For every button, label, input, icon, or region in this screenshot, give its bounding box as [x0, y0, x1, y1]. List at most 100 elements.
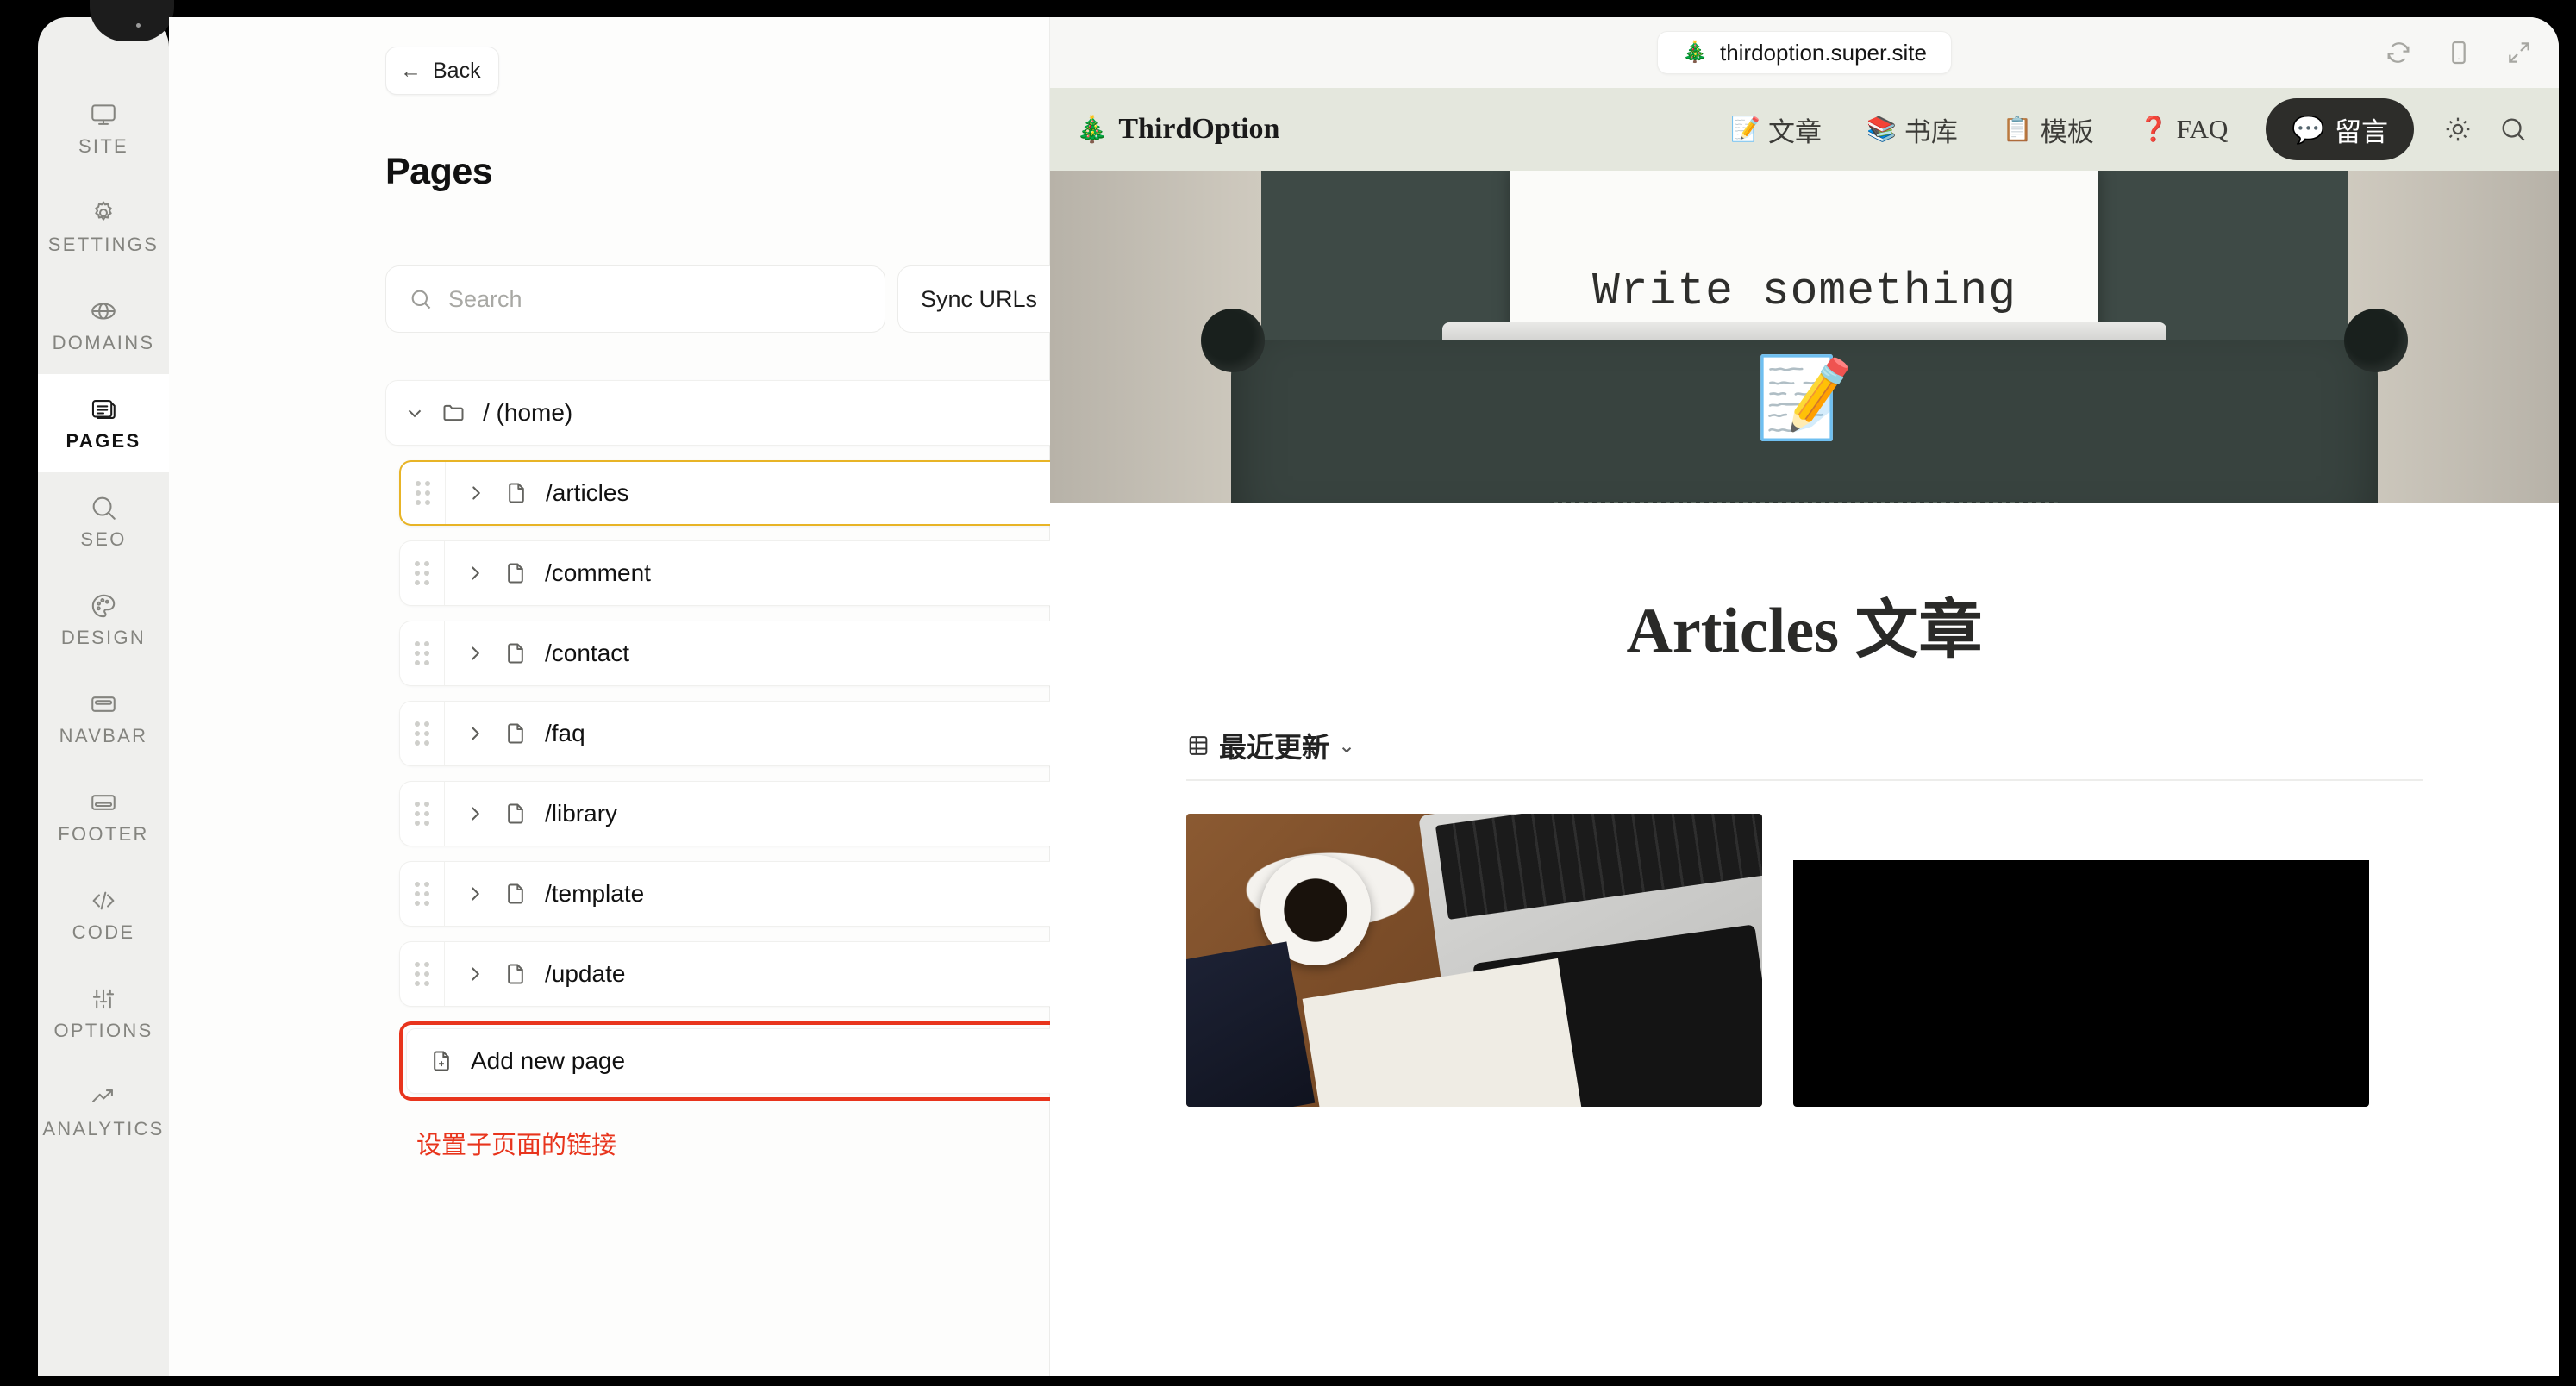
- page-row[interactable]: /contact: [399, 621, 1050, 686]
- nav-link-emoji: ❓: [2138, 116, 2169, 143]
- nav-link-1[interactable]: 📝 文章: [1708, 110, 1844, 149]
- page-row[interactable]: /comment: [399, 540, 1050, 606]
- preview-toolbar: 🎄 thirdoption.super.site: [1050, 17, 2559, 88]
- chevron-right-icon[interactable]: [464, 722, 486, 745]
- expand-icon[interactable]: [2505, 39, 2533, 66]
- drag-handle-icon[interactable]: [400, 541, 445, 605]
- refresh-icon[interactable]: [2385, 39, 2412, 66]
- page-row-label: /faq: [545, 720, 585, 746]
- chevron-right-icon[interactable]: [464, 562, 486, 584]
- sidebar-item-label: SITE: [78, 134, 129, 157]
- left-nav-rail: SITE SETTINGS DOMAINS PAGES SEO DESIGN NAVBAR F…: [38, 0, 207, 1376]
- sidebar-item-navbar[interactable]: NAVBAR: [38, 669, 169, 767]
- sync-urls-control[interactable]: Sync URLs: [897, 265, 1050, 333]
- sidebar-item-label: SEO: [80, 528, 127, 550]
- file-icon: [503, 721, 528, 746]
- page-row-label: /comment: [545, 559, 651, 586]
- chevron-right-icon[interactable]: [464, 963, 486, 985]
- file-icon: [503, 561, 528, 585]
- page-row-label: /update: [545, 960, 626, 987]
- sidebar-item-analytics[interactable]: ANALYTICS: [38, 1062, 169, 1160]
- sidebar-item-design[interactable]: DESIGN: [38, 571, 169, 669]
- annotation-text: 设置子页面的链接: [416, 1132, 617, 1159]
- navbar-icon: [89, 690, 118, 719]
- site-logo[interactable]: 🎄 ThirdOption: [1076, 113, 1279, 146]
- sun-icon[interactable]: [2443, 115, 2473, 144]
- card-dark-title-row: 第三·周刊: [2051, 973, 2110, 994]
- search-icon[interactable]: [2498, 115, 2528, 144]
- back-button[interactable]: ← Back: [385, 47, 499, 95]
- page-row[interactable]: /articles: [399, 460, 1050, 526]
- globe-icon: [89, 297, 118, 326]
- file-icon: [504, 481, 528, 505]
- sidebar-item-seo[interactable]: SEO: [38, 472, 169, 571]
- sidebar-item-label: PAGES: [66, 429, 141, 452]
- file-icon: [503, 962, 528, 986]
- site-preview-pane: 🎄 thirdoption.super.site 🎄 ThirdOption 📝…: [1050, 17, 2559, 1376]
- preview-url-pill[interactable]: 🎄 thirdoption.super.site: [1657, 31, 1952, 74]
- chevron-right-icon[interactable]: [464, 883, 486, 905]
- nav-link-2[interactable]: 📚 书库: [1844, 110, 1980, 149]
- drag-handle-icon[interactable]: [400, 621, 445, 685]
- nav-link-label: 模板: [2040, 116, 2094, 147]
- article-card[interactable]: [1186, 814, 1762, 1107]
- sidebar-item-domains[interactable]: DOMAINS: [38, 276, 169, 374]
- drag-handle-icon[interactable]: [400, 702, 445, 765]
- add-new-page-highlight: Add new page: [399, 1021, 1050, 1101]
- drag-handle-icon[interactable]: [400, 942, 445, 1006]
- page-row[interactable]: /faq: [399, 701, 1050, 766]
- sort-dropdown[interactable]: 最近更新 ⌄: [1186, 726, 1355, 765]
- sidebar-item-footer[interactable]: FOOTER: [38, 767, 169, 865]
- sliders-icon: [89, 984, 118, 1014]
- chevron-down-icon[interactable]: [403, 402, 426, 424]
- hero-backdrop: Write something: [1050, 171, 2559, 503]
- search-input[interactable]: Search: [385, 265, 885, 333]
- nav-cta-label: 留言: [2335, 116, 2388, 147]
- nav-link-4[interactable]: ❓ FAQ: [2116, 114, 2251, 145]
- page-row[interactable]: /template: [399, 861, 1050, 927]
- card-dark-box: 第三·周刊: [1793, 860, 2369, 1107]
- sidebar-item-options[interactable]: OPTIONS: [38, 964, 169, 1062]
- page-row-label: /articles: [546, 479, 629, 506]
- article-card[interactable]: 第三·周刊: [1793, 814, 2369, 1107]
- chevron-right-icon[interactable]: [464, 802, 486, 825]
- sidebar-item-pages[interactable]: PAGES: [38, 374, 207, 472]
- sort-bar: 最近更新 ⌄: [1186, 726, 2423, 781]
- chevron-right-icon[interactable]: [464, 642, 486, 665]
- sidebar-item-code[interactable]: CODE: [38, 865, 169, 964]
- nav-link-label: 文章: [1768, 116, 1823, 147]
- pages-icon: [89, 395, 118, 424]
- nav-link-emoji: 📚: [1866, 116, 1897, 143]
- sidebar-item-label: SETTINGS: [47, 233, 159, 255]
- page-row[interactable]: /library: [399, 781, 1050, 846]
- back-button-label: Back: [433, 58, 481, 83]
- page-memo-icon: 📝: [1754, 354, 1854, 442]
- mobile-view-icon[interactable]: [2445, 39, 2473, 66]
- drag-handle-icon[interactable]: [400, 862, 445, 926]
- nav-link-3[interactable]: 📋 模板: [1980, 110, 2116, 149]
- nav-link-label: 书库: [1904, 116, 1958, 147]
- page-row-label: /template: [545, 880, 645, 907]
- site-navbar: 🎄 ThirdOption 📝 文章 📚 书库 📋 模板 ❓ FAQ 💬 留言: [1050, 88, 2559, 171]
- sidebar-item-site[interactable]: SITE: [38, 79, 169, 178]
- search-icon: [89, 493, 118, 522]
- trending-up-icon: [89, 1083, 118, 1112]
- site-page-title: Articles 文章: [1626, 596, 1983, 666]
- gear-icon: [89, 198, 118, 228]
- page-title: Pages: [385, 151, 493, 192]
- arrow-left-icon: ←: [400, 58, 422, 83]
- nav-cta-button[interactable]: 💬 留言: [2266, 98, 2414, 160]
- drag-handle-icon[interactable]: [400, 782, 445, 846]
- tree-row-home[interactable]: / (home): [385, 380, 1050, 446]
- drag-handle-icon[interactable]: [401, 462, 446, 524]
- add-new-page-button[interactable]: Add new page: [406, 1028, 1050, 1094]
- sidebar-item-label: FOOTER: [58, 822, 149, 845]
- search-placeholder: Search: [448, 285, 522, 312]
- hero-image: Write something: [1050, 171, 2559, 503]
- speech-balloon-icon: 💬: [2292, 114, 2325, 145]
- folder-icon: [441, 401, 466, 425]
- search-icon: [409, 287, 433, 311]
- sidebar-item-settings[interactable]: SETTINGS: [38, 178, 169, 276]
- page-row[interactable]: /update: [399, 941, 1050, 1007]
- chevron-right-icon[interactable]: [465, 482, 487, 504]
